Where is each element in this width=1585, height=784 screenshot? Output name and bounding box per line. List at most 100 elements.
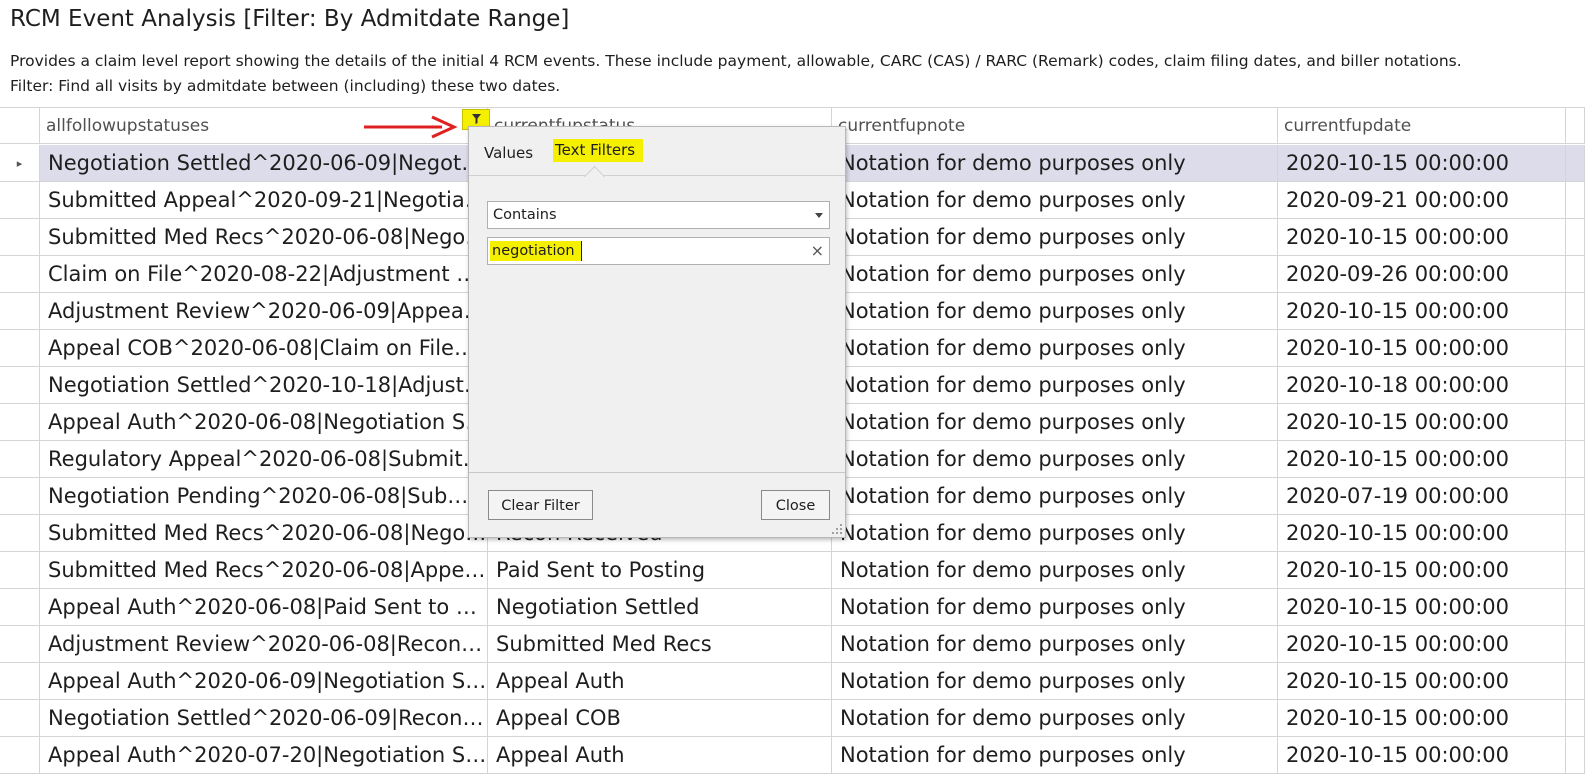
cell-currentfupstatus[interactable]: Negotiation Settled bbox=[488, 589, 832, 626]
table-row[interactable]: Appeal Auth^2020-07-20|Negotiation Settl… bbox=[0, 737, 1585, 774]
cell-allfollowupstatuses[interactable]: Appeal Auth^2020-06-08|Paid Sent to Post… bbox=[40, 589, 488, 626]
cell-overflow bbox=[1566, 700, 1585, 737]
cell-currentfupdate[interactable]: 2020-10-15 00:00:00 bbox=[1278, 589, 1566, 626]
cell-allfollowupstatuses[interactable]: Submitted Appeal^2020-09-21|Negotiation … bbox=[40, 182, 488, 219]
cell-allfollowupstatuses[interactable]: Appeal COB^2020-06-08|Claim on File^2020… bbox=[40, 330, 488, 367]
cell-currentfupnote[interactable]: Notation for demo purposes only bbox=[832, 219, 1278, 256]
cell-currentfupdate[interactable]: 2020-10-15 00:00:00 bbox=[1278, 219, 1566, 256]
cell-currentfupnote[interactable]: Notation for demo purposes only bbox=[832, 404, 1278, 441]
cell-currentfupdate[interactable]: 2020-10-15 00:00:00 bbox=[1278, 441, 1566, 478]
cell-overflow bbox=[1566, 737, 1585, 774]
cell-currentfupdate[interactable]: 2020-10-18 00:00:00 bbox=[1278, 367, 1566, 404]
clear-input-icon[interactable]: × bbox=[811, 242, 824, 260]
cell-overflow bbox=[1566, 293, 1585, 330]
cell-currentfupstatus[interactable]: Submitted Med Recs bbox=[488, 626, 832, 663]
row-indicator[interactable] bbox=[0, 330, 40, 367]
cell-allfollowupstatuses[interactable]: Negotiation Settled^2020-10-18|Adjustmen… bbox=[40, 367, 488, 404]
row-indicator[interactable] bbox=[0, 182, 40, 219]
table-row[interactable]: Appeal Auth^2020-06-09|Negotiation Settl… bbox=[0, 663, 1585, 700]
row-indicator[interactable] bbox=[0, 737, 40, 774]
cell-overflow bbox=[1566, 367, 1585, 404]
cell-overflow bbox=[1566, 478, 1585, 515]
cell-currentfupdate[interactable]: 2020-10-15 00:00:00 bbox=[1278, 552, 1566, 589]
cell-allfollowupstatuses[interactable]: Regulatory Appeal^2020-06-08|Submitted A… bbox=[40, 441, 488, 478]
table-row[interactable]: Negotiation Settled^2020-06-09|Recon Rec… bbox=[0, 700, 1585, 737]
row-indicator[interactable] bbox=[0, 663, 40, 700]
filter-value-input[interactable]: negotiation × bbox=[487, 237, 830, 265]
cell-allfollowupstatuses[interactable]: Claim on File^2020-08-22|Adjustment Revi… bbox=[40, 256, 488, 293]
cell-currentfupstatus[interactable]: Appeal COB bbox=[488, 700, 832, 737]
cell-overflow bbox=[1566, 330, 1585, 367]
row-indicator[interactable]: ▸ bbox=[0, 145, 40, 182]
cell-currentfupnote[interactable]: Notation for demo purposes only bbox=[832, 515, 1278, 552]
table-row[interactable]: Submitted Med Recs^2020-06-08|Appeal Aut… bbox=[0, 552, 1585, 589]
row-indicator[interactable] bbox=[0, 219, 40, 256]
cell-currentfupdate[interactable]: 2020-09-21 00:00:00 bbox=[1278, 182, 1566, 219]
cell-currentfupnote[interactable]: Notation for demo purposes only bbox=[832, 441, 1278, 478]
filter-condition-select[interactable]: Contains bbox=[487, 201, 830, 229]
cell-currentfupdate[interactable]: 2020-10-15 00:00:00 bbox=[1278, 515, 1566, 552]
table-row[interactable]: Appeal Auth^2020-06-08|Paid Sent to Post… bbox=[0, 589, 1585, 626]
cell-currentfupdate[interactable]: 2020-10-15 00:00:00 bbox=[1278, 404, 1566, 441]
cell-currentfupstatus[interactable]: Appeal Auth bbox=[488, 737, 832, 774]
row-indicator[interactable] bbox=[0, 700, 40, 737]
cell-currentfupdate[interactable]: 2020-07-19 00:00:00 bbox=[1278, 478, 1566, 515]
cell-overflow bbox=[1566, 256, 1585, 293]
cell-allfollowupstatuses[interactable]: Adjustment Review^2020-06-08|Recon Recei… bbox=[40, 626, 488, 663]
cell-currentfupnote[interactable]: Notation for demo purposes only bbox=[832, 737, 1278, 774]
cell-allfollowupstatuses[interactable]: Negotiation Settled^2020-06-09|Negotiati… bbox=[40, 145, 488, 182]
cell-currentfupdate[interactable]: 2020-10-15 00:00:00 bbox=[1278, 293, 1566, 330]
cell-currentfupnote[interactable]: Notation for demo purposes only bbox=[832, 663, 1278, 700]
column-header-currentfupdate[interactable]: currentfupdate bbox=[1278, 108, 1566, 144]
row-indicator[interactable] bbox=[0, 404, 40, 441]
row-indicator[interactable] bbox=[0, 626, 40, 663]
cell-allfollowupstatuses[interactable]: Negotiation Pending^2020-06-08|Submitted… bbox=[40, 478, 488, 515]
row-indicator[interactable] bbox=[0, 367, 40, 404]
cell-currentfupnote[interactable]: Notation for demo purposes only bbox=[832, 293, 1278, 330]
cell-currentfupnote[interactable]: Notation for demo purposes only bbox=[832, 182, 1278, 219]
resize-grip-icon[interactable] bbox=[832, 524, 842, 534]
table-row[interactable]: Adjustment Review^2020-06-08|Recon Recei… bbox=[0, 626, 1585, 663]
row-indicator[interactable] bbox=[0, 441, 40, 478]
cell-allfollowupstatuses[interactable]: Submitted Med Recs^2020-06-08|Negotiatio… bbox=[40, 515, 488, 552]
row-indicator[interactable] bbox=[0, 478, 40, 515]
cell-currentfupnote[interactable]: Notation for demo purposes only bbox=[832, 589, 1278, 626]
cell-currentfupnote[interactable]: Notation for demo purposes only bbox=[832, 330, 1278, 367]
cell-allfollowupstatuses[interactable]: Submitted Med Recs^2020-06-08|Negotiatio… bbox=[40, 219, 488, 256]
row-indicator[interactable] bbox=[0, 256, 40, 293]
column-header-currentfupnote[interactable]: currentfupnote bbox=[832, 108, 1278, 144]
cell-currentfupstatus[interactable]: Paid Sent to Posting bbox=[488, 552, 832, 589]
cell-currentfupdate[interactable]: 2020-10-15 00:00:00 bbox=[1278, 145, 1566, 182]
cell-overflow bbox=[1566, 219, 1585, 256]
cell-currentfupnote[interactable]: Notation for demo purposes only bbox=[832, 626, 1278, 663]
tab-values[interactable]: Values bbox=[484, 144, 533, 162]
cell-currentfupdate[interactable]: 2020-10-15 00:00:00 bbox=[1278, 626, 1566, 663]
cell-allfollowupstatuses[interactable]: Appeal Auth^2020-07-20|Negotiation Settl… bbox=[40, 737, 488, 774]
cell-currentfupdate[interactable]: 2020-10-15 00:00:00 bbox=[1278, 330, 1566, 367]
cell-currentfupnote[interactable]: Notation for demo purposes only bbox=[832, 552, 1278, 589]
row-indicator[interactable] bbox=[0, 552, 40, 589]
cell-currentfupdate[interactable]: 2020-09-26 00:00:00 bbox=[1278, 256, 1566, 293]
row-indicator[interactable] bbox=[0, 515, 40, 552]
cell-currentfupnote[interactable]: Notation for demo purposes only bbox=[832, 700, 1278, 737]
cell-overflow bbox=[1566, 182, 1585, 219]
cell-currentfupdate[interactable]: 2020-10-15 00:00:00 bbox=[1278, 700, 1566, 737]
cell-currentfupnote[interactable]: Notation for demo purposes only bbox=[832, 256, 1278, 293]
cell-allfollowupstatuses[interactable]: Appeal Auth^2020-06-09|Negotiation Settl… bbox=[40, 663, 488, 700]
cell-overflow bbox=[1566, 663, 1585, 700]
cell-currentfupnote[interactable]: Notation for demo purposes only bbox=[832, 478, 1278, 515]
clear-filter-button[interactable]: Clear Filter bbox=[488, 490, 593, 520]
cell-currentfupnote[interactable]: Notation for demo purposes only bbox=[832, 145, 1278, 182]
cell-currentfupnote[interactable]: Notation for demo purposes only bbox=[832, 367, 1278, 404]
close-button[interactable]: Close bbox=[761, 490, 830, 520]
cell-allfollowupstatuses[interactable]: Adjustment Review^2020-06-09|Appeal COB^… bbox=[40, 293, 488, 330]
cell-currentfupdate[interactable]: 2020-10-15 00:00:00 bbox=[1278, 737, 1566, 774]
row-indicator[interactable] bbox=[0, 293, 40, 330]
cell-currentfupstatus[interactable]: Appeal Auth bbox=[488, 663, 832, 700]
cell-allfollowupstatuses[interactable]: Appeal Auth^2020-06-08|Negotiation Settl… bbox=[40, 404, 488, 441]
cell-allfollowupstatuses[interactable]: Submitted Med Recs^2020-06-08|Appeal Aut… bbox=[40, 552, 488, 589]
cell-currentfupdate[interactable]: 2020-10-15 00:00:00 bbox=[1278, 663, 1566, 700]
tab-text-filters[interactable]: Text Filters bbox=[553, 139, 644, 162]
cell-allfollowupstatuses[interactable]: Negotiation Settled^2020-06-09|Recon Rec… bbox=[40, 700, 488, 737]
row-indicator[interactable] bbox=[0, 589, 40, 626]
